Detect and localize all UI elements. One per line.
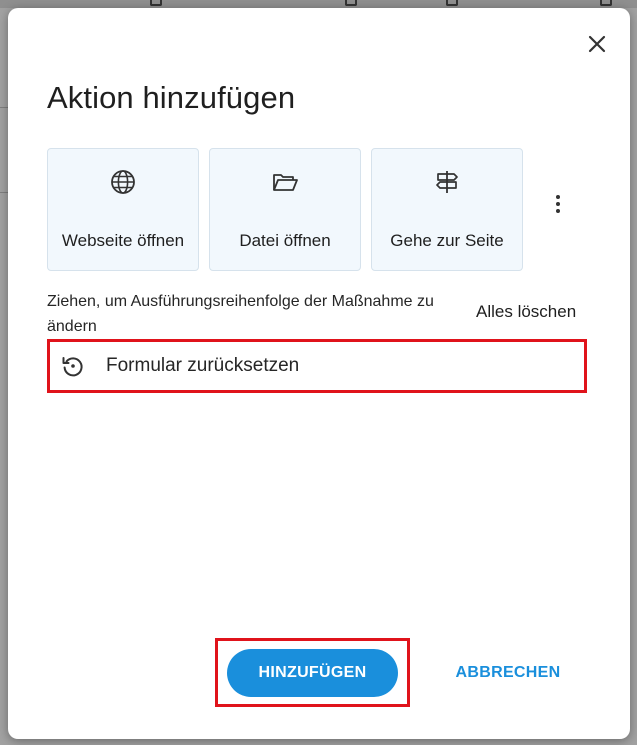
folder-open-icon [273,174,298,191]
tile-label: Datei öffnen [239,231,331,250]
add-button[interactable]: HINZUFÜGEN [227,649,398,697]
background-toolbar [0,0,637,8]
tile-open-webpage[interactable]: Webseite öffnen [47,148,199,271]
reorder-hint: Ziehen, um Ausführungsreihenfolge der Ma… [47,293,434,335]
signpost-icon [436,171,458,193]
more-options-button[interactable] [548,192,568,216]
close-icon [588,35,606,53]
action-type-tiles: Webseite öffnen Datei öffnen Gehe zur Se… [47,148,523,271]
background-toolbar-icon [446,0,458,6]
action-list-item[interactable]: Formular zurücksetzen [47,339,587,393]
tile-open-file[interactable]: Datei öffnen [209,148,361,271]
reset-icon [62,357,83,377]
more-vert-icon [556,195,560,199]
tile-go-to-page[interactable]: Gehe zur Seite [371,148,523,271]
background-divider [0,192,8,193]
add-action-dialog: Aktion hinzufügen Webseite öffnen Datei … [8,8,630,739]
background-divider [0,107,8,108]
background-toolbar-icon [345,0,357,6]
tile-label: Webseite öffnen [61,231,185,250]
globe-icon [111,170,135,194]
action-label: Formular zurücksetzen [106,355,300,376]
dialog-title: Aktion hinzufügen [47,80,296,115]
clear-all-button[interactable]: Alles löschen [476,302,576,322]
background-toolbar-icon [600,0,612,6]
tile-label: Gehe zur Seite [390,231,504,250]
background-toolbar-icon [150,0,162,6]
cancel-button[interactable]: ABBRECHEN [448,649,568,697]
close-button[interactable] [583,30,611,58]
